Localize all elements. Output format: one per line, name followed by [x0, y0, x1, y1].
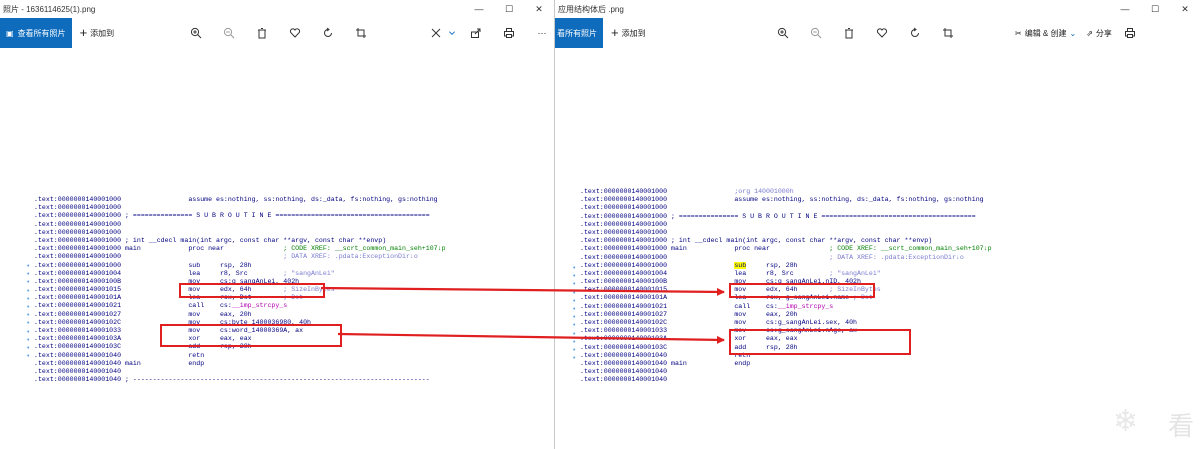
code-line: .text:0000000140001000 sub rsp, 28h	[580, 261, 798, 269]
watermark-text: 看	[1167, 411, 1194, 441]
right-view-all-label: 看所有照片	[557, 28, 597, 38]
left-highlight-box-2	[160, 324, 342, 347]
left-highlight-box-1	[179, 283, 325, 298]
right-tools-right: ✂ 编辑 & 创建 ⌄ ⇗ 分享	[1015, 18, 1138, 48]
code-line: .text:0000000140001000 ; DATA XREF: .pda…	[580, 253, 964, 261]
code-line: .text:0000000140001021 call cs:__imp_str…	[34, 302, 288, 310]
right-photo-window: 应用结构体后 .png — ☐ ✕ 看所有照片 + 添加到 ✂ 编辑 & 创建	[555, 0, 1200, 449]
code-line: .text:0000000140001040	[580, 376, 668, 384]
photos-icon: ▣	[6, 28, 14, 38]
more-icon[interactable]: ···	[534, 25, 550, 41]
left-tools-right: ···	[428, 18, 554, 48]
plus-icon: +	[611, 25, 619, 40]
print-icon[interactable]	[501, 25, 517, 41]
code-line: .text:0000000140001027 mov eax, 20h	[580, 310, 798, 318]
heart-icon[interactable]	[874, 25, 890, 41]
heart-icon[interactable]	[287, 25, 303, 41]
code-line: .text:0000000140001021 call cs:__imp_str…	[580, 302, 834, 310]
right-view-all-photos-button[interactable]: 看所有照片	[555, 18, 603, 48]
code-line: .text:0000000140001000	[34, 220, 122, 228]
right-breakpoint-dots: • • • • • • • • • • • •	[573, 265, 576, 363]
zoom-out-icon[interactable]	[808, 25, 824, 41]
right-highlight-box-2	[729, 329, 911, 355]
edit-icon: ✂	[1015, 28, 1022, 38]
code-line: .text:0000000140001000	[34, 228, 122, 236]
maximize-icon[interactable]: ☐	[494, 0, 524, 18]
code-line: .text:0000000140001000 assume es:nothing…	[580, 196, 984, 204]
left-view-all-label: 查看所有照片	[17, 28, 66, 38]
plus-icon: +	[79, 25, 88, 40]
maximize-icon[interactable]: ☐	[1140, 0, 1170, 18]
watermark-snowflake-icon: ❄	[1112, 405, 1138, 438]
code-line: .text:0000000140001000 main proc near ; …	[580, 245, 992, 253]
code-line: .text:0000000140001000 assume es:nothing…	[34, 196, 438, 203]
code-line: .text:0000000140001000 ; ===============…	[580, 212, 976, 220]
code-line: .text:0000000140001004 lea r8, Src ; "sa…	[34, 269, 335, 277]
share-button[interactable]: ⇗ 分享	[1086, 28, 1112, 39]
close-icon[interactable]: ✕	[524, 0, 554, 18]
delete-icon[interactable]	[841, 25, 857, 41]
right-highlight-box-1	[729, 283, 875, 298]
share-icon[interactable]	[468, 25, 484, 41]
right-window-controls: — ☐ ✕	[1110, 0, 1200, 18]
code-line: .text:0000000140001040 main endp	[580, 359, 751, 367]
left-window-title: 照片 - 1636114625(1).png	[3, 4, 96, 14]
right-add-to-label: 添加到	[621, 28, 646, 38]
code-line: .text:0000000140001000 ; int __cdecl mai…	[34, 236, 387, 244]
code-line: .text:0000000140001000	[580, 220, 668, 228]
right-window-title: 应用结构体后 .png	[558, 4, 624, 14]
left-view-all-photos-button[interactable]: ▣ 查看所有照片	[0, 18, 72, 48]
left-photo-window: 照片 - 1636114625(1).png — ☐ ✕ ▣ 查看所有照片 + …	[0, 0, 555, 449]
chevron-down-icon[interactable]	[448, 25, 456, 41]
code-line: .text:0000000140001040 retn	[34, 351, 205, 359]
code-line: .text:000000014000102C mov cs:g_sangAnLe…	[580, 319, 857, 326]
code-line: .text:0000000140001040	[580, 368, 668, 376]
rotate-icon[interactable]	[320, 25, 336, 41]
code-line: .text:0000000140001000 ; DATA XREF: .pda…	[34, 253, 418, 261]
right-titlebar: 应用结构体后 .png — ☐ ✕	[555, 0, 1200, 18]
close-icon[interactable]: ✕	[1170, 0, 1200, 18]
delete-icon[interactable]	[254, 25, 270, 41]
code-line: .text:0000000140001040	[34, 367, 122, 375]
chevron-down-icon: ⌄	[1069, 28, 1077, 38]
code-line: .text:0000000140001027 mov eax, 20h	[34, 310, 252, 318]
left-window-controls: — ☐ ✕	[464, 0, 554, 18]
zoom-in-icon[interactable]	[188, 25, 204, 41]
share-label: 分享	[1095, 28, 1112, 38]
code-line: .text:0000000140001000	[580, 204, 668, 212]
minimize-icon[interactable]: —	[464, 0, 494, 18]
code-line: .text:0000000140001000	[580, 228, 668, 236]
crop-icon[interactable]	[940, 25, 956, 41]
edit-create-label: 编辑 & 创建	[1024, 28, 1067, 38]
left-add-to-label: 添加到	[90, 28, 115, 38]
left-breakpoint-dots: • • • • • • • • • • • •	[27, 263, 30, 361]
right-tools	[775, 18, 973, 48]
code-line: .text:0000000140001000 main proc near ; …	[34, 245, 446, 253]
share-icon: ⇗	[1086, 28, 1093, 38]
code-line: .text:0000000140001040 main endp	[34, 359, 205, 367]
rotate-icon[interactable]	[907, 25, 923, 41]
zoom-out-icon[interactable]	[221, 25, 237, 41]
code-line: .text:0000000140001040 ; ---------------…	[34, 376, 430, 384]
zoom-in-icon[interactable]	[775, 25, 791, 41]
left-titlebar: 照片 - 1636114625(1).png — ☐ ✕	[0, 0, 554, 18]
code-line: .text:0000000140001000 ; int __cdecl mai…	[580, 237, 933, 245]
code-line: .text:0000000140001000 ; ===============…	[34, 212, 430, 220]
left-toolbar: ▣ 查看所有照片 + 添加到 ···	[0, 18, 554, 48]
code-line: .text:0000000140001000 ;org 140001000h	[580, 188, 794, 195]
edit-icon[interactable]	[428, 25, 444, 41]
edit-create-button[interactable]: ✂ 编辑 & 创建 ⌄	[1015, 28, 1076, 39]
right-toolbar: 看所有照片 + 添加到 ✂ 编辑 & 创建 ⌄ ⇗ 分享	[555, 18, 1200, 48]
crop-icon[interactable]	[353, 25, 369, 41]
right-add-to-button[interactable]: + 添加到	[611, 25, 646, 40]
code-line: .text:0000000140001000 sub rsp, 28h	[34, 261, 252, 269]
print-icon[interactable]	[1122, 25, 1138, 41]
minimize-icon[interactable]: —	[1110, 0, 1140, 18]
left-tools	[188, 18, 386, 48]
left-add-to-button[interactable]: + 添加到	[79, 25, 115, 40]
code-line: .text:0000000140001000	[34, 204, 122, 212]
code-line: .text:0000000140001004 lea r8, Src ; "sa…	[580, 269, 881, 277]
